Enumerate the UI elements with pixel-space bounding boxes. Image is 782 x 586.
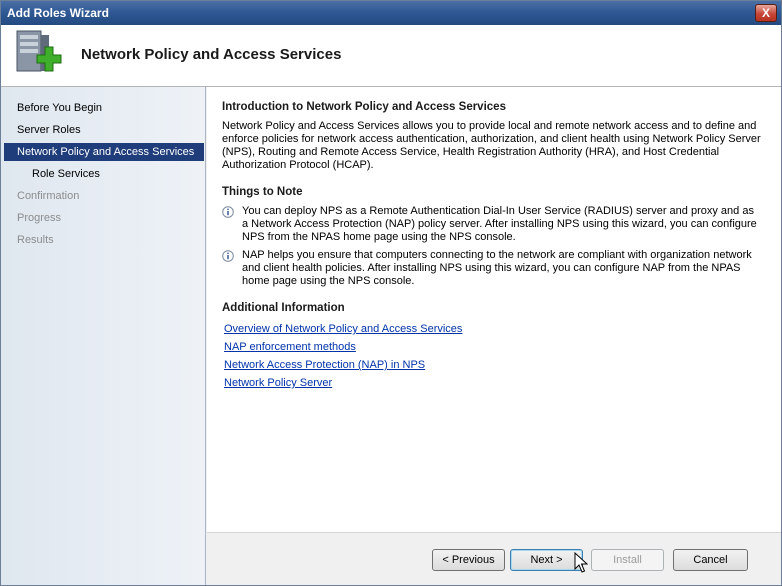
next-button[interactable]: Next >	[510, 549, 583, 571]
wizard-header: Network Policy and Access Services	[1, 25, 781, 87]
intro-heading: Introduction to Network Policy and Acces…	[222, 101, 506, 113]
window-title: Add Roles Wizard	[7, 6, 109, 20]
link-nap-enforcement[interactable]: NAP enforcement methods	[224, 341, 356, 353]
sidebar-item-confirmation: Confirmation	[17, 190, 80, 202]
sidebar-item-results: Results	[17, 234, 54, 246]
sidebar-item-progress: Progress	[17, 212, 62, 224]
info-icon	[222, 206, 234, 218]
note-text-nap: NAP helps you ensure that computers conn…	[242, 249, 752, 287]
page-title: Network Policy and Access Services	[81, 46, 342, 63]
info-icon	[222, 250, 234, 262]
server-add-icon	[16, 30, 62, 72]
sidebar-item-server-roles[interactable]: Server Roles	[4, 121, 204, 139]
add-roles-wizard-window: Add Roles Wizard X Network Policy and Ac…	[0, 0, 782, 586]
notes-heading: Things to Note	[222, 186, 303, 198]
cancel-button[interactable]: Cancel	[673, 549, 748, 571]
sidebar-item-npas[interactable]: Network Policy and Access Services	[4, 143, 204, 161]
previous-button[interactable]: < Previous	[432, 549, 505, 571]
mouse-pointer-icon	[574, 552, 588, 573]
install-button: Install	[591, 549, 664, 571]
sidebar-item-before-you-begin[interactable]: Before You Begin	[4, 99, 204, 117]
wizard-footer: < Previous Next > Install Cancel	[207, 532, 781, 585]
wizard-content: Introduction to Network Policy and Acces…	[207, 87, 781, 532]
wizard-steps-sidebar: Before You Begin Server Roles Network Po…	[1, 87, 206, 585]
note-text-nps: You can deploy NPS as a Remote Authentic…	[242, 205, 757, 243]
close-button[interactable]: X	[755, 4, 777, 22]
link-network-policy-server[interactable]: Network Policy Server	[224, 377, 332, 389]
intro-text: Network Policy and Access Services allow…	[222, 120, 761, 171]
title-bar[interactable]: Add Roles Wizard X	[1, 1, 781, 25]
link-nap-in-nps[interactable]: Network Access Protection (NAP) in NPS	[224, 359, 425, 371]
sidebar-item-role-services[interactable]: Role Services	[4, 165, 204, 183]
additional-info-heading: Additional Information	[222, 302, 345, 314]
link-npas-overview[interactable]: Overview of Network Policy and Access Se…	[224, 323, 462, 335]
